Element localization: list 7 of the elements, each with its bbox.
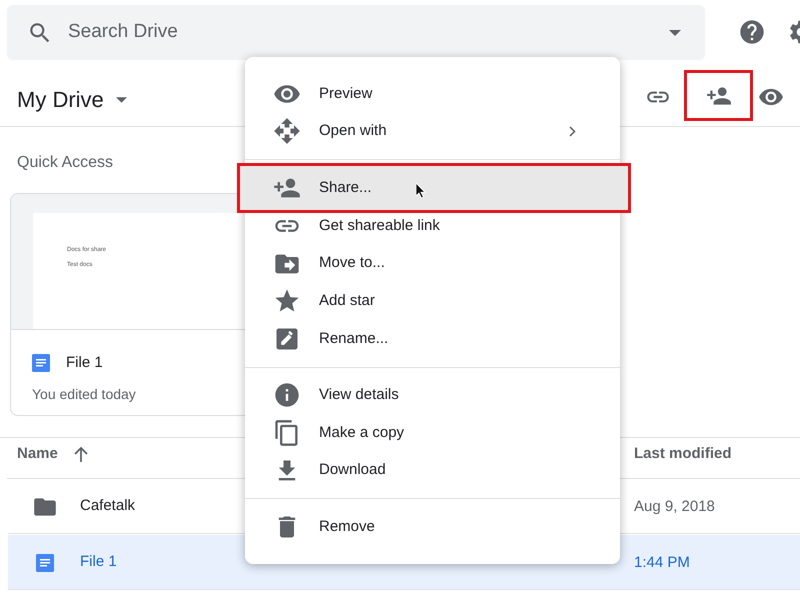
card-subtitle: You edited today <box>32 384 137 404</box>
file-name: File 1 <box>80 552 117 572</box>
modified-date: Aug 9, 2018 <box>634 497 715 517</box>
file-name: Cafetalk <box>80 496 136 516</box>
card-title: File 1 <box>66 353 103 373</box>
modified-date: 1:44 PM <box>634 553 690 573</box>
section-heading: Quick Access <box>17 153 114 173</box>
